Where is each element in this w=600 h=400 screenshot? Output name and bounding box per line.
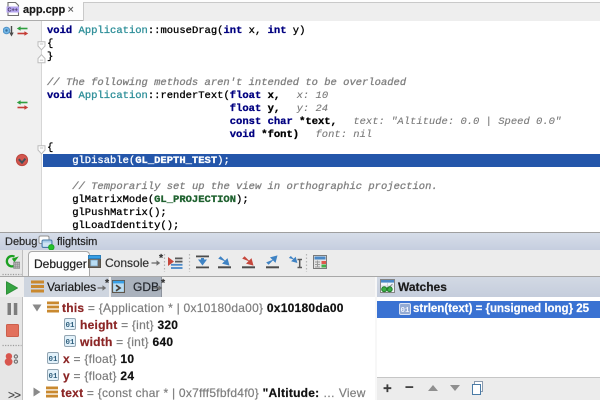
svg-text:01: 01 — [48, 356, 58, 364]
svg-text:01: 01 — [65, 322, 75, 330]
svg-text:01: 01 — [400, 307, 410, 315]
svg-text:01: 01 — [48, 373, 58, 381]
svg-text:01: 01 — [65, 339, 75, 347]
svg-text:C++: C++ — [7, 7, 17, 13]
